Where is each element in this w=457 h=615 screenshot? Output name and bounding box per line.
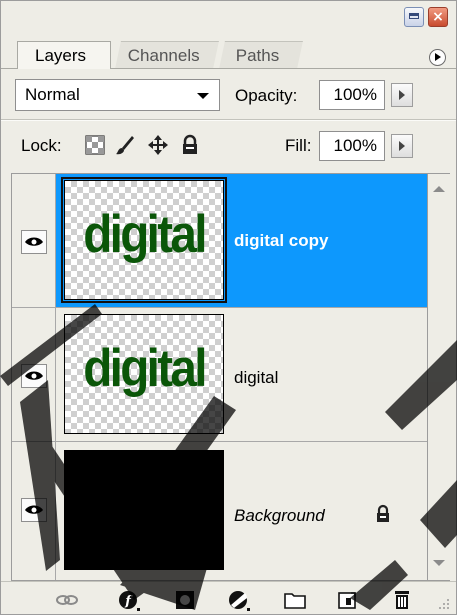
close-button[interactable]: ×	[428, 7, 448, 27]
thumbnail-text: digital	[83, 205, 207, 264]
lock-label: Lock:	[21, 136, 62, 155]
fill-slider-button[interactable]	[391, 134, 413, 158]
fill-input[interactable]: 100%	[319, 131, 385, 161]
new-layer-icon[interactable]	[336, 588, 360, 612]
delete-layer-icon[interactable]	[390, 588, 414, 612]
lock-all-icon[interactable]	[179, 134, 201, 156]
layers-panel: × Channels Paths Layers Normal Opacity: …	[0, 0, 457, 615]
thumbnail-text: digital	[83, 339, 207, 398]
layer-name[interactable]: Background	[234, 505, 325, 527]
padlock-icon	[377, 504, 389, 522]
opacity-input[interactable]: 100%	[319, 80, 385, 110]
tab-layers[interactable]: Layers	[17, 41, 111, 69]
eye-icon[interactable]	[21, 364, 47, 388]
blend-mode-select[interactable]: Normal	[15, 79, 220, 111]
divider	[1, 120, 456, 121]
fill-label: Fill:	[285, 136, 312, 155]
layer-mask-icon[interactable]	[173, 588, 197, 612]
resize-grip-icon[interactable]	[438, 598, 450, 610]
vertical-scrollbar[interactable]	[428, 173, 450, 581]
layer-thumbnail: digital	[64, 314, 224, 434]
opacity-label: Opacity:	[235, 86, 298, 105]
lock-position-icon[interactable]	[147, 134, 169, 156]
opacity-slider-button[interactable]	[391, 83, 413, 107]
layer-name[interactable]: digital copy	[234, 230, 328, 252]
visibility-cell	[12, 442, 56, 580]
close-icon: ×	[432, 9, 444, 25]
scroll-up-icon[interactable]	[433, 186, 445, 192]
blend-mode-value: Normal	[25, 85, 80, 104]
lock-image-pixels-icon[interactable]	[114, 134, 136, 156]
scroll-down-icon[interactable]	[433, 560, 445, 566]
eye-icon[interactable]	[21, 498, 47, 522]
tab-paths[interactable]: Paths	[219, 41, 303, 69]
panel-menu-icon[interactable]	[429, 49, 446, 66]
layer-row-background[interactable]: Background	[12, 442, 427, 580]
eye-icon[interactable]	[21, 230, 47, 254]
layers-list: digital digital copy digital digital Bac…	[11, 173, 428, 581]
panel-titlebar: ×	[1, 1, 456, 33]
tab-channels[interactable]: Channels	[115, 41, 219, 69]
link-layers-icon[interactable]	[55, 588, 79, 612]
visibility-cell	[12, 174, 56, 307]
new-group-icon[interactable]	[283, 588, 307, 612]
layer-row-digital-copy[interactable]: digital digital copy	[12, 174, 427, 308]
visibility-cell	[12, 308, 56, 441]
chevron-down-icon	[197, 93, 209, 99]
layer-thumbnail: digital	[61, 177, 227, 303]
layer-name[interactable]: digital	[234, 367, 278, 389]
layer-style-icon[interactable]: f	[117, 588, 141, 612]
minimize-button[interactable]	[404, 7, 424, 27]
adjustment-layer-icon[interactable]	[227, 588, 251, 612]
bottom-toolbar: f	[1, 581, 456, 614]
lock-transparent-pixels-icon[interactable]	[84, 134, 106, 156]
layer-row-digital[interactable]: digital digital	[12, 308, 427, 442]
layer-thumbnail	[64, 450, 224, 570]
